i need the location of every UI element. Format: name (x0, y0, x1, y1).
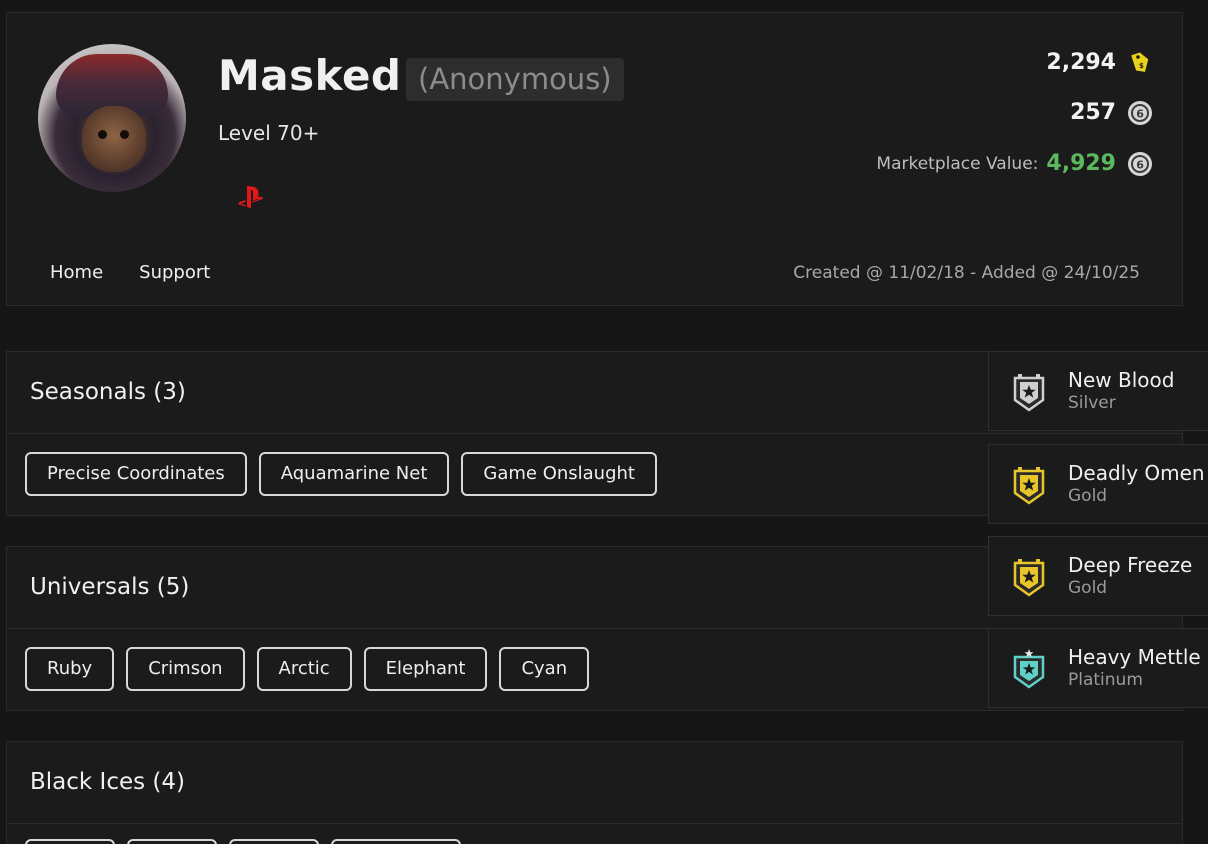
skin-chip[interactable]: Precise Coordinates (25, 452, 247, 496)
skin-chip[interactable]: Crimson (126, 647, 245, 691)
silver-badge-icon (1013, 374, 1045, 412)
achievement-title: Deep Freeze (1068, 553, 1193, 577)
achievement-tier: Platinum (1068, 670, 1143, 690)
svg-text:6: 6 (1136, 107, 1144, 120)
profile-name: Masked (218, 51, 402, 100)
skin-chip[interactable] (229, 839, 319, 844)
achievement-tier: Gold (1068, 486, 1108, 506)
playstation-icon (238, 186, 263, 209)
skin-chip[interactable]: Elephant (363, 647, 488, 691)
skin-chip[interactable] (127, 839, 217, 844)
skin-chip[interactable] (25, 839, 115, 844)
skin-chip[interactable]: Arctic (256, 647, 352, 691)
achievement-title: New Blood (1068, 368, 1175, 392)
section-title: Seasonals (3) (30, 379, 186, 405)
anonymous-badge: (Anonymous) (406, 58, 624, 101)
credits-stat: 2,294 $ (1046, 49, 1152, 75)
profile-nav: Home Support (50, 262, 210, 283)
nav-support-link[interactable]: Support (139, 262, 210, 283)
section-header: Black Ices (4) (7, 742, 1182, 824)
achievement-card: Deep Freeze Gold (988, 536, 1208, 616)
section-title: Black Ices (4) (30, 769, 185, 795)
achievement-title: Deadly Omen (1068, 461, 1205, 485)
renown-value: 257 (1070, 100, 1116, 125)
profile-level: Level 70+ (218, 121, 320, 145)
gold-badge-icon (1013, 559, 1045, 597)
universals-chip-list: Ruby Crimson Arctic Elephant Cyan (25, 647, 590, 691)
achievement-title: Heavy Mettle (1068, 645, 1201, 669)
tag-icon: $ (1131, 52, 1149, 72)
achievement-card: Deadly Omen Gold (988, 444, 1208, 524)
credits-value: 2,294 (1046, 49, 1116, 75)
renown-stat: 257 6 (1070, 100, 1152, 125)
black-ices-chip-list (25, 839, 461, 844)
avatar-eye (120, 130, 129, 139)
skin-chip[interactable]: Ruby (25, 647, 115, 691)
marketplace-label: Marketplace Value: (876, 153, 1039, 174)
seasonals-chip-list: Precise Coordinates Aquamarine Net Game … (25, 452, 657, 496)
r6-credits-icon: 6 (1128, 100, 1152, 125)
avatar-eye (98, 130, 107, 139)
skin-chip[interactable]: Aquamarine Net (258, 452, 450, 496)
skin-chip[interactable]: Game Onslaught (461, 452, 657, 496)
achievement-card: Heavy Mettle Platinum (988, 628, 1208, 708)
marketplace-stat: Marketplace Value: 4,929 6 (876, 151, 1152, 176)
svg-text:6: 6 (1136, 158, 1144, 171)
gold-badge-icon (1013, 467, 1045, 505)
skin-chip[interactable] (331, 839, 461, 844)
black-ices-section: Black Ices (4) (6, 741, 1183, 844)
achievement-tier: Silver (1068, 393, 1116, 413)
platinum-badge-icon (1013, 649, 1045, 689)
svg-text:$: $ (1139, 62, 1144, 70)
achievement-tier: Gold (1068, 578, 1108, 598)
section-title: Universals (5) (30, 574, 190, 600)
marketplace-value: 4,929 (1046, 151, 1116, 176)
avatar (38, 44, 186, 192)
avatar-face (82, 106, 146, 172)
profile-card: Masked (Anonymous) Level 70+ 2,294 $ 257… (6, 12, 1183, 306)
created-added-dates: Created @ 11/02/18 - Added @ 24/10/25 (793, 263, 1140, 283)
achievement-card: New Blood Silver (988, 351, 1208, 431)
nav-home-link[interactable]: Home (50, 262, 103, 283)
r6-credits-icon: 6 (1128, 151, 1152, 176)
skin-chip[interactable]: Cyan (499, 647, 590, 691)
